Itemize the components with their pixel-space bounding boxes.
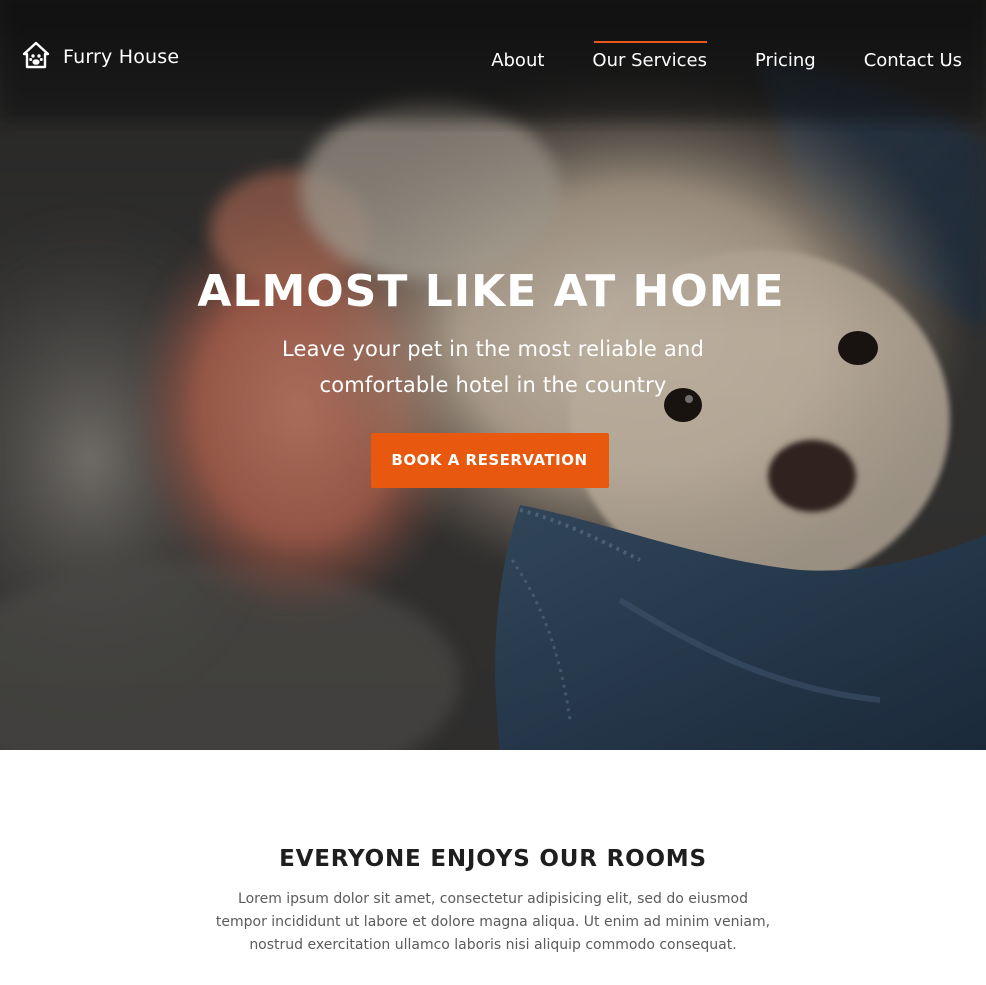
hero-section: Furry House About Our Services Pricing C… xyxy=(0,0,986,750)
nav-item-contact-us[interactable]: Contact Us xyxy=(864,40,962,84)
book-reservation-button[interactable]: BOOK A RESERVATION xyxy=(370,433,609,488)
main-navigation: About Our Services Pricing Contact Us xyxy=(491,40,962,84)
hero-subtitle: Leave your pet in the most reliable and … xyxy=(0,331,986,403)
hero-subtitle-line: comfortable hotel in the country xyxy=(319,373,667,397)
brand-logo[interactable]: Furry House xyxy=(22,40,179,70)
rooms-description: Lorem ipsum dolor sit amet, consectetur … xyxy=(213,888,773,957)
nav-item-about[interactable]: About xyxy=(491,40,544,84)
rooms-description-line: nostrud exercitation ullamco laboris nis… xyxy=(249,937,737,953)
rooms-title: EVERYONE ENJOYS OUR ROOMS xyxy=(279,846,707,872)
house-paw-icon xyxy=(22,41,50,69)
rooms-description-line: tempor incididunt ut labore et dolore ma… xyxy=(215,914,771,930)
rooms-section: EVERYONE ENJOYS OUR ROOMS Lorem ipsum do… xyxy=(0,750,986,985)
hero-subtitle-line: Leave your pet in the most reliable and xyxy=(281,337,704,361)
nav-item-our-services[interactable]: Our Services xyxy=(592,40,707,84)
nav-item-pricing[interactable]: Pricing xyxy=(755,40,816,84)
brand-name: Furry House xyxy=(63,46,180,68)
rooms-description-line: Lorem ipsum dolor sit amet, consectetur … xyxy=(238,891,748,907)
hero-content: ALMOST LIKE AT HOME Leave your pet in th… xyxy=(0,264,986,488)
hero-title: ALMOST LIKE AT HOME xyxy=(197,266,785,317)
